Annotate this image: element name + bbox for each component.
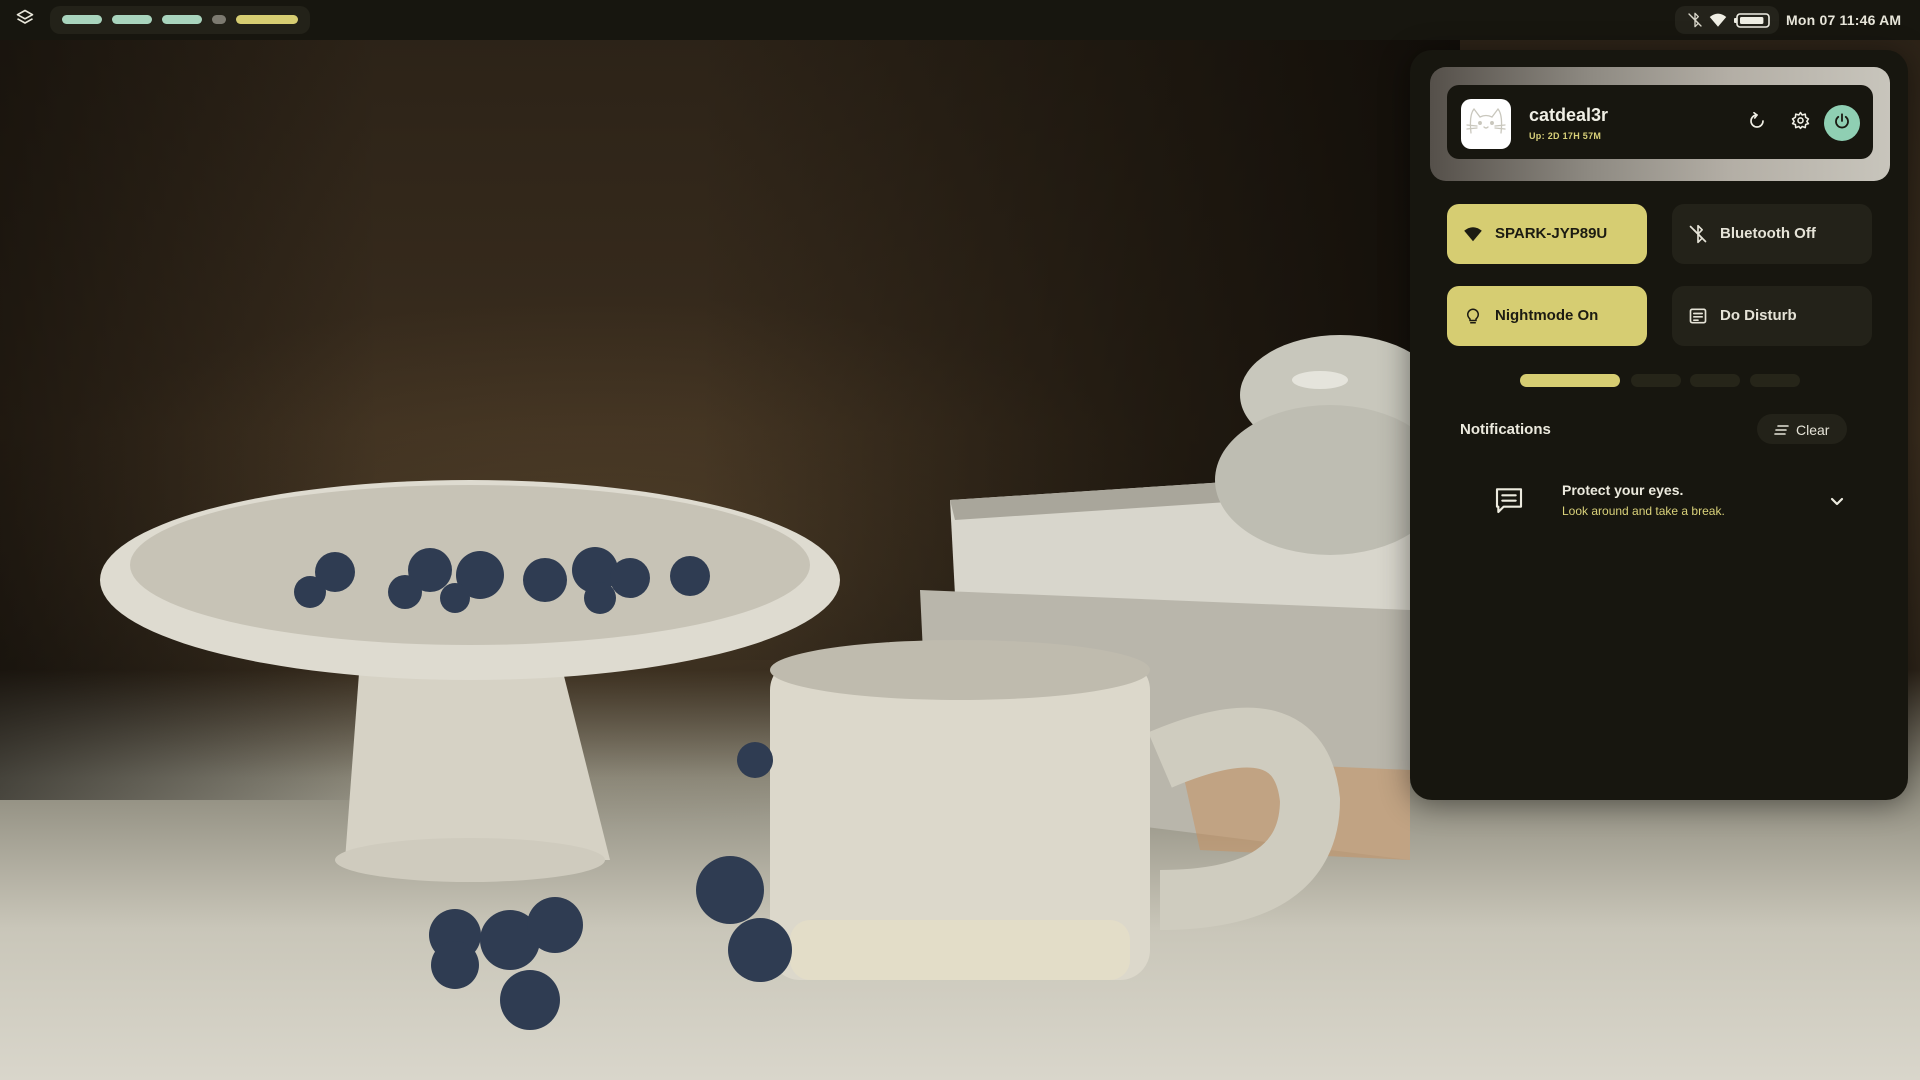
wifi-tile-label: SPARK-JYP89U (1495, 225, 1608, 242)
chevron-down-icon (1830, 494, 1844, 512)
notification-item[interactable]: Protect your eyes. Look around and take … (1460, 462, 1860, 542)
clock[interactable]: Mon 07 11:46 AM (1786, 12, 1906, 30)
wifi-icon (1461, 222, 1485, 246)
profile-banner: catdeal3r Up: 2D 17H 57M (1430, 67, 1890, 181)
expand-notification-button[interactable] (1824, 490, 1850, 516)
battery-icon[interactable] (1733, 13, 1771, 33)
tiles-page-4[interactable] (1750, 374, 1800, 387)
tiles-page-2[interactable] (1631, 374, 1681, 387)
app-launcher-button[interactable] (10, 5, 40, 35)
wifi-toggle-tile[interactable]: SPARK-JYP89U (1447, 204, 1647, 264)
clear-label: Clear (1796, 422, 1830, 438)
nightmode-tile-label: Nightmode On (1495, 307, 1599, 324)
workspace-1[interactable] (62, 15, 102, 24)
workspace-4[interactable] (212, 15, 226, 24)
top-bar: Mon 07 11:46 AM (0, 0, 1920, 40)
clear-notifications-button[interactable]: Clear (1757, 414, 1847, 444)
tiles-page-3[interactable] (1690, 374, 1740, 387)
notification-title: Protect your eyes. (1562, 482, 1684, 498)
reload-icon (1748, 111, 1766, 135)
power-button[interactable] (1824, 105, 1860, 141)
do-not-disturb-tile-label: Do Disturb (1720, 307, 1797, 324)
cat-avatar-icon (1465, 105, 1507, 144)
workspace-3[interactable] (162, 15, 202, 24)
workspace-5-active[interactable] (236, 15, 298, 24)
bluetooth-off-icon (1686, 222, 1710, 246)
power-icon (1833, 112, 1851, 135)
reload-button[interactable] (1739, 105, 1775, 141)
settings-button[interactable] (1782, 105, 1818, 141)
username: catdeal3r (1529, 105, 1609, 125)
notes-icon (1686, 304, 1710, 328)
workspace-2[interactable] (112, 15, 152, 24)
notification-body: Look around and take a break. (1562, 504, 1725, 518)
nightmode-toggle-tile[interactable]: Nightmode On (1447, 286, 1647, 346)
wifi-icon[interactable] (1709, 12, 1727, 33)
bluetooth-off-icon[interactable] (1687, 12, 1703, 33)
system-tray[interactable] (1675, 6, 1779, 34)
do-not-disturb-toggle-tile[interactable]: Do Disturb (1672, 286, 1872, 346)
notifications-heading: Notifications (1460, 421, 1551, 438)
bluetooth-tile-label: Bluetooth Off (1720, 225, 1816, 242)
avatar[interactable] (1461, 99, 1511, 149)
bluetooth-toggle-tile[interactable]: Bluetooth Off (1672, 204, 1872, 264)
uptime-label: Up: 2D 17H 57M (1529, 131, 1602, 141)
message-icon (1493, 484, 1525, 521)
gear-icon (1791, 111, 1810, 135)
tiles-page-1[interactable] (1520, 374, 1620, 387)
profile-card: catdeal3r Up: 2D 17H 57M (1447, 85, 1873, 159)
layers-icon (15, 8, 35, 33)
clear-all-icon (1774, 423, 1789, 441)
control-center-panel: catdeal3r Up: 2D 17H 57M SPARK-JYP89U Bl… (1410, 50, 1908, 800)
lightbulb-icon (1461, 304, 1485, 328)
